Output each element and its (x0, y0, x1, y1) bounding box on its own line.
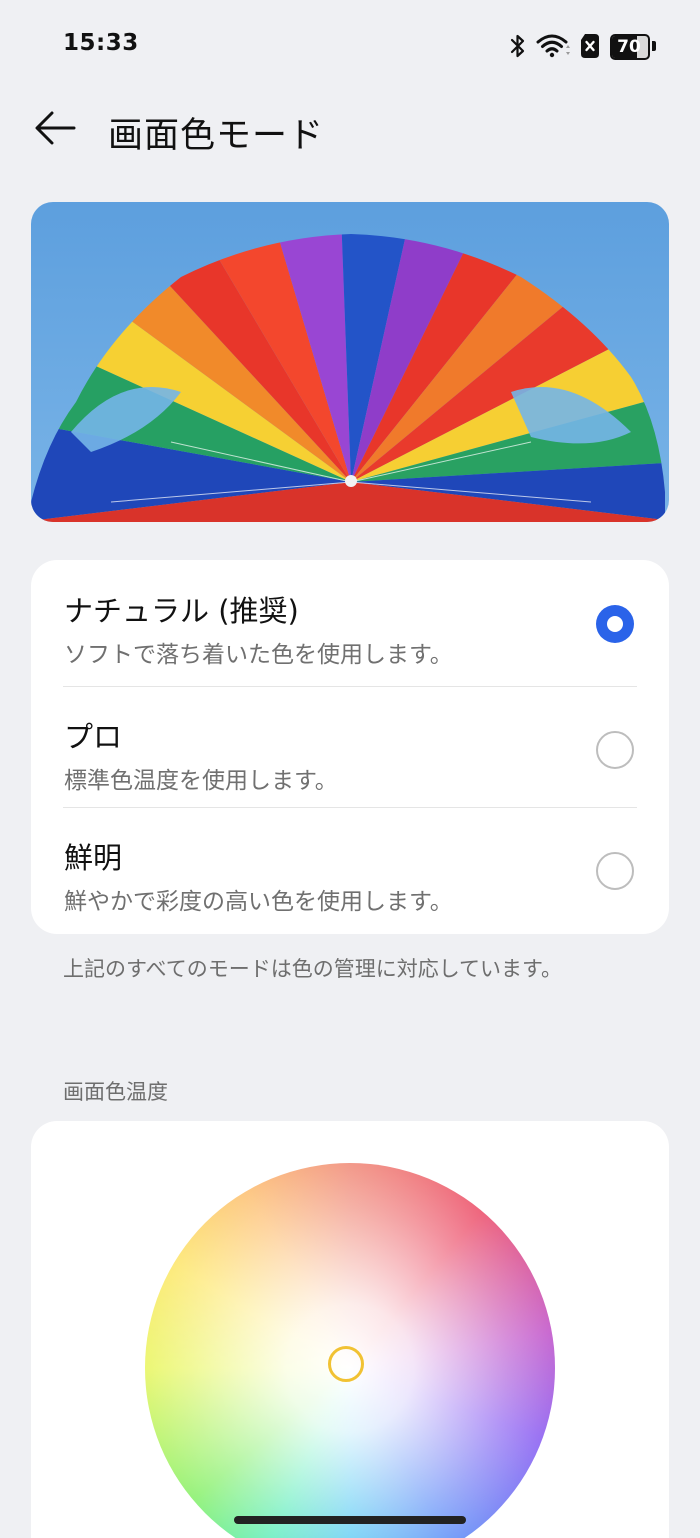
status-bar: 15:33 70 (0, 0, 700, 92)
no-sim-icon (581, 34, 599, 58)
color-temperature-label: 画面色温度 (63, 1080, 168, 1104)
bluetooth-icon (510, 34, 525, 58)
mode-option-vivid[interactable]: 鮮明 鮮やかで彩度の高い色を使用します。 (31, 807, 669, 929)
mode-description: 鮮やかで彩度の高い色を使用します。 (64, 889, 453, 915)
radio-button-pro[interactable] (596, 731, 634, 769)
mode-option-pro[interactable]: プロ 標準色温度を使用します。 (31, 686, 669, 808)
battery-percentage: 70 (617, 37, 641, 57)
color-wheel-handle[interactable] (328, 1346, 364, 1382)
status-time: 15:33 (63, 30, 139, 56)
screen: 15:33 70 画面色モード ナチュラル (推奨) ソフトで落ち着いた色を使用… (0, 0, 700, 1538)
mode-title: プロ (64, 720, 123, 754)
home-indicator[interactable] (234, 1516, 466, 1524)
mode-description: ソフトで落ち着いた色を使用します。 (64, 642, 453, 668)
wifi-icon (536, 34, 570, 58)
preview-image (31, 202, 669, 522)
header: 画面色モード (0, 95, 700, 161)
arrow-left-icon (35, 111, 76, 145)
back-button[interactable] (30, 105, 80, 151)
rainbow-parachute-canopy (31, 234, 665, 522)
mode-title: ナチュラル (推奨) (64, 594, 299, 628)
color-management-note: 上記のすべてのモードは色の管理に対応しています。 (63, 957, 562, 981)
display-mode-card: ナチュラル (推奨) ソフトで落ち着いた色を使用します。 プロ 標準色温度を使用… (31, 560, 669, 934)
mode-option-natural[interactable]: ナチュラル (推奨) ソフトで落ち着いた色を使用します。 (31, 560, 669, 682)
radio-button-natural[interactable] (596, 605, 634, 643)
radio-button-vivid[interactable] (596, 852, 634, 890)
color-wheel[interactable] (145, 1163, 555, 1538)
status-icons: 70 (510, 32, 656, 60)
page-title: 画面色モード (108, 116, 325, 156)
color-temperature-card (31, 1121, 669, 1538)
mode-description: 標準色温度を使用します。 (64, 768, 338, 794)
battery-icon: 70 (610, 34, 656, 60)
mode-title: 鮮明 (64, 841, 123, 875)
